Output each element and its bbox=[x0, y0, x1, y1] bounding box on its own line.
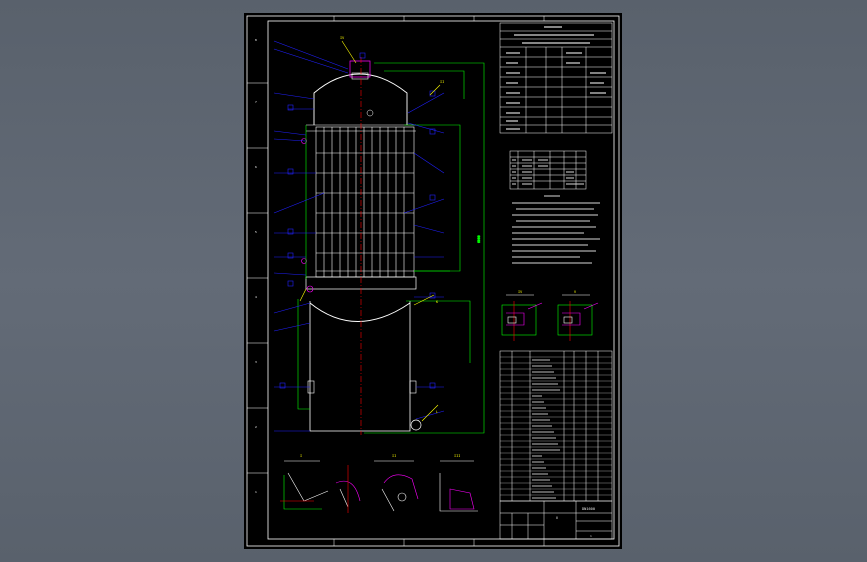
yellow-callouts bbox=[299, 40, 441, 422]
lower-shell bbox=[309, 301, 411, 432]
top-head bbox=[313, 73, 408, 125]
zone-ticks-left bbox=[247, 82, 268, 474]
bottom-head bbox=[309, 302, 411, 322]
svg-text:6: 6 bbox=[255, 165, 257, 169]
nozzle-table bbox=[509, 150, 587, 190]
dimension-lines: 6000 bbox=[297, 62, 485, 434]
parts-list-rows bbox=[500, 356, 612, 499]
technical-notes bbox=[512, 195, 600, 264]
svg-text:1: 1 bbox=[255, 490, 257, 494]
leader-lines bbox=[273, 40, 445, 432]
parts-list bbox=[499, 350, 613, 502]
svg-text:II: II bbox=[440, 80, 444, 84]
detail-v-label: V bbox=[574, 290, 577, 294]
svg-text:7: 7 bbox=[255, 100, 257, 104]
callout-roman: IV II K L bbox=[340, 36, 444, 414]
outer-frame bbox=[246, 15, 620, 547]
zone-markers: 8 7 6 5 4 3 2 1 bbox=[255, 38, 257, 494]
detail-views bbox=[501, 294, 599, 341]
tube-bundle bbox=[315, 126, 415, 278]
svg-text:L: L bbox=[436, 410, 438, 414]
vessel-elevation bbox=[301, 57, 422, 435]
svg-text:4: 4 bbox=[255, 295, 257, 299]
svg-text:3: 3 bbox=[255, 360, 257, 364]
title-block-line1: DN1600 bbox=[582, 507, 595, 511]
nozzle-table-text bbox=[512, 159, 584, 185]
svg-text:K: K bbox=[436, 300, 439, 304]
drawing-sheet: 8 7 6 5 4 3 2 1 6000 IV II K L IV V DN1600 Ⅱ … bbox=[244, 13, 622, 549]
svg-text:5: 5 bbox=[255, 230, 257, 234]
title-block-line2: Ⅱ bbox=[556, 516, 558, 520]
section-iii-label: III bbox=[454, 454, 460, 458]
technical-data-text bbox=[506, 26, 606, 130]
detail-iv-label: IV bbox=[518, 290, 523, 294]
callout-balloons bbox=[279, 52, 436, 389]
title-block bbox=[499, 500, 613, 540]
svg-text:8: 8 bbox=[255, 38, 257, 42]
title-block-drawing-no: 1 bbox=[590, 534, 592, 538]
svg-text:2: 2 bbox=[255, 425, 257, 429]
section-i-label: I bbox=[300, 454, 302, 458]
section-ii-label: II bbox=[392, 454, 396, 458]
technical-data-table bbox=[499, 22, 613, 134]
svg-text:6000: 6000 bbox=[477, 235, 481, 243]
section-views bbox=[280, 460, 478, 513]
cad-viewport[interactable]: 8 7 6 5 4 3 2 1 6000 IV II K L IV V DN1600 Ⅱ … bbox=[0, 0, 867, 562]
svg-text:IV: IV bbox=[340, 36, 345, 40]
drain-nozzle bbox=[410, 419, 422, 431]
